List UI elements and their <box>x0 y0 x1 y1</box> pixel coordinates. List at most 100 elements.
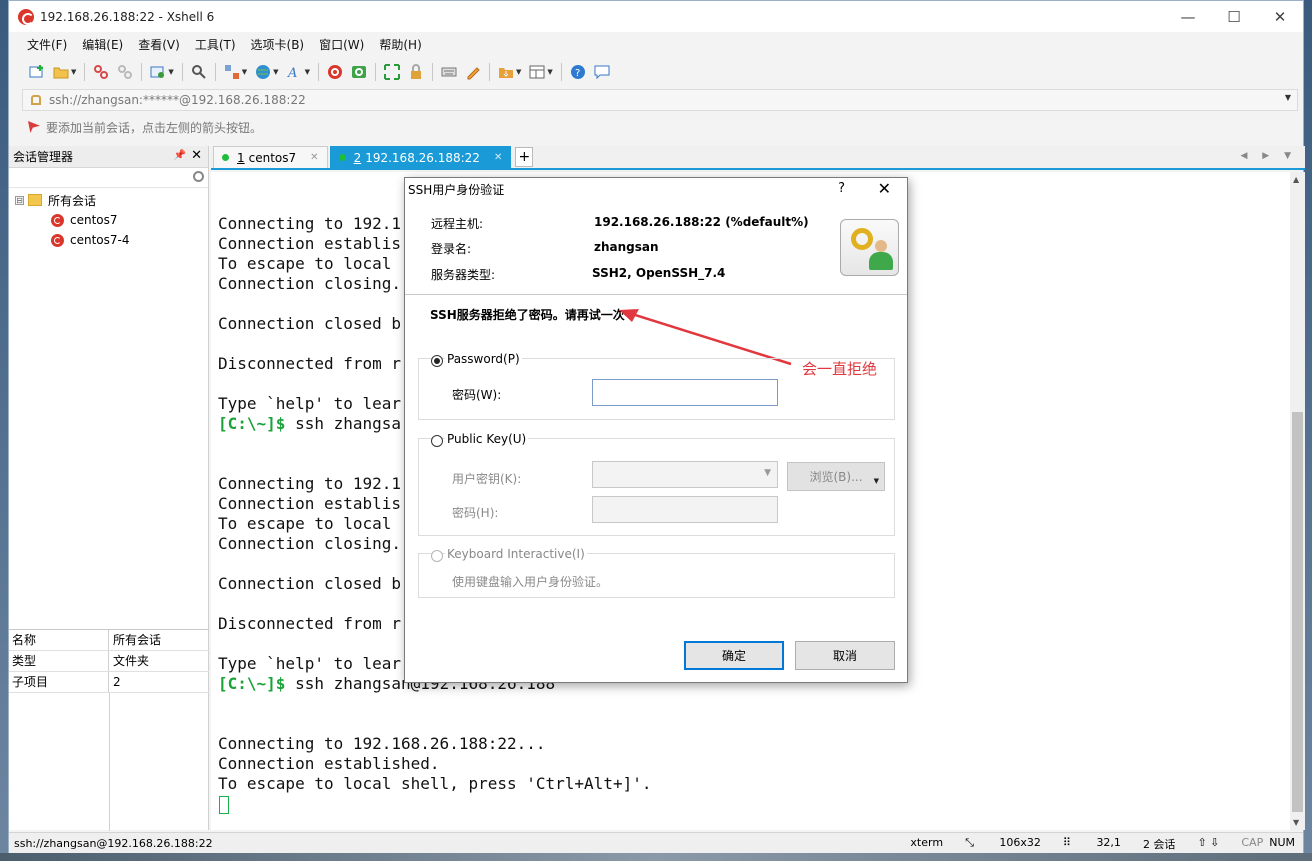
tree-item-centos7[interactable]: centos7 <box>9 210 208 230</box>
font-icon[interactable]: A <box>286 63 304 81</box>
font-dropdown-icon[interactable]: ▼ <box>305 68 310 76</box>
globe-icon[interactable] <box>254 63 272 81</box>
ssh-auth-dialog: SSH用户身份验证 ? ✕ 远程主机: 192.168.26.188:22 (%… <box>404 177 908 683</box>
reconnect-dropdown-icon[interactable]: ▼ <box>168 68 173 76</box>
chat-icon[interactable] <box>593 63 611 81</box>
menu-bar: 文件(F) 编辑(E) 查看(V) 工具(T) 选项卡(B) 窗口(W) 帮助(… <box>9 32 1303 57</box>
terminal-line: Connection closing. <box>218 274 401 294</box>
status-size: ⤡ 106x32 <box>965 836 1041 849</box>
menu-tabs[interactable]: 选项卡(B) <box>251 36 305 53</box>
new-session-icon[interactable] <box>28 63 46 81</box>
transfer-icon[interactable] <box>497 63 515 81</box>
scrollbar-thumb[interactable] <box>1292 412 1303 812</box>
layout-icon[interactable] <box>223 63 241 81</box>
disconnect-icon[interactable] <box>116 63 134 81</box>
new-tab-button[interactable]: + <box>515 147 534 167</box>
passphrase-input[interactable] <box>592 496 778 523</box>
open-folder-icon[interactable] <box>52 63 70 81</box>
keyboard-interactive-label[interactable]: Keyboard Interactive(I) <box>445 547 587 561</box>
search-icon[interactable] <box>193 171 204 182</box>
property-value: 文件夹 <box>113 654 150 668</box>
password-option-label[interactable]: Password(P) <box>445 352 522 366</box>
public-key-option-label[interactable]: Public Key(U) <box>445 432 529 446</box>
connect-icon[interactable] <box>92 63 110 81</box>
script-pen-icon[interactable] <box>464 63 482 81</box>
remote-host-value: 192.168.26.188:22 (%default%) <box>594 215 809 229</box>
status-arrows[interactable]: ⇧ ⇩ <box>1197 836 1219 852</box>
address-dropdown-icon[interactable]: ▼ <box>1285 93 1291 102</box>
menu-window[interactable]: 窗口(W) <box>319 36 364 53</box>
tab-centos7[interactable]: 1 centos7 ✕ <box>213 146 328 168</box>
xshell-icon[interactable] <box>326 63 344 81</box>
keyboard-interactive-radio[interactable] <box>431 550 443 562</box>
transfer-dropdown-icon[interactable]: ▼ <box>516 68 521 76</box>
terminal-line: Connection establis <box>218 494 401 514</box>
dialog-close-button[interactable]: ✕ <box>878 179 891 198</box>
ok-button[interactable]: 确定 <box>684 641 784 670</box>
terminal-text: Type `help' to lear <box>218 654 402 673</box>
tree-item-all-sessions[interactable]: ⊟ 所有会话 <box>9 190 208 210</box>
terminal-line: Disconnected from r <box>218 614 401 634</box>
close-button[interactable]: ✕ <box>1257 1 1303 32</box>
status-size-value: 106x32 <box>999 836 1041 849</box>
chevron-down-icon: ▼ <box>764 468 771 478</box>
menu-view[interactable]: 查看(V) <box>138 36 180 53</box>
address-bar[interactable]: ssh://zhangsan:******@192.168.26.188:22 … <box>22 89 1298 111</box>
globe-dropdown-icon[interactable]: ▼ <box>273 68 278 76</box>
terminal-line: Connection closing. <box>218 534 401 554</box>
tree-item-label[interactable]: 所有会话 <box>48 192 96 209</box>
session-search[interactable] <box>9 168 208 188</box>
password-input[interactable] <box>592 379 778 406</box>
tree-item-centos7-4[interactable]: centos7-4 <box>9 230 208 250</box>
open-dropdown-icon[interactable]: ▼ <box>71 68 76 76</box>
address-text[interactable]: ssh://zhangsan:******@192.168.26.188:22 <box>49 93 306 107</box>
menu-edit[interactable]: 编辑(E) <box>82 36 123 53</box>
toolbar-separator <box>560 63 562 81</box>
tab-layout-dropdown-icon[interactable]: ▼ <box>547 68 552 76</box>
toolbar-separator <box>488 63 490 81</box>
tree-item-label[interactable]: centos7 <box>70 213 118 227</box>
help-icon[interactable]: ? <box>569 63 587 81</box>
xftp-icon[interactable] <box>350 63 368 81</box>
toolbar-separator <box>317 63 319 81</box>
public-key-radio[interactable] <box>431 435 443 447</box>
pin-icon[interactable]: 📌 <box>174 150 186 161</box>
tab-number: 1 <box>237 150 245 165</box>
tab-192-168-26-188[interactable]: 2 192.168.26.188:22 ✕ <box>329 146 512 168</box>
user-key-select[interactable]: ▼ <box>592 461 778 488</box>
menu-tools[interactable]: 工具(T) <box>195 36 236 53</box>
remote-host-label: 远程主机: <box>431 217 484 231</box>
collapse-icon[interactable]: ⊟ <box>15 195 24 205</box>
close-tab-icon[interactable]: ✕ <box>310 152 318 163</box>
scroll-up-icon[interactable]: ▲ <box>1293 175 1299 184</box>
property-key: 名称 <box>9 630 109 650</box>
maximize-button[interactable]: ☐ <box>1211 1 1257 32</box>
tab-layout-icon[interactable] <box>528 63 546 81</box>
close-tab-icon[interactable]: ✕ <box>494 152 502 163</box>
add-session-arrow-icon[interactable] <box>28 121 40 133</box>
tree-item-label[interactable]: centos7-4 <box>70 233 129 247</box>
lock-icon[interactable] <box>407 63 425 81</box>
reconnect-icon[interactable] <box>149 63 167 81</box>
cancel-button[interactable]: 取消 <box>795 641 895 670</box>
fullscreen-icon[interactable] <box>383 63 401 81</box>
dialog-help-button[interactable]: ? <box>838 181 845 196</box>
close-panel-icon[interactable]: ✕ <box>191 148 202 163</box>
keyboard-icon[interactable] <box>440 63 458 81</box>
tab-scroll-icons[interactable]: ◀ ▶ ▼ <box>1241 151 1298 161</box>
terminal-scrollbar[interactable]: ▲ ▼ <box>1290 172 1305 830</box>
scroll-down-icon[interactable]: ▼ <box>1293 818 1299 827</box>
minimize-button[interactable]: — <box>1165 1 1211 32</box>
find-icon[interactable] <box>190 63 208 81</box>
status-sessions: 2 会话 <box>1142 838 1176 851</box>
terminal-text: To escape to local <box>218 254 402 273</box>
folder-icon <box>28 194 42 206</box>
xshell-logo-icon <box>18 8 34 25</box>
terminal-text: To escape to local shell, press 'Ctrl+Al… <box>218 774 652 793</box>
layout-dropdown-icon[interactable]: ▼ <box>242 68 247 76</box>
menu-help[interactable]: 帮助(H) <box>379 36 421 53</box>
user-icon <box>869 240 893 270</box>
password-radio[interactable] <box>431 355 443 367</box>
browse-button[interactable]: 浏览(B)... ▼ <box>787 462 885 491</box>
menu-file[interactable]: 文件(F) <box>27 36 67 53</box>
